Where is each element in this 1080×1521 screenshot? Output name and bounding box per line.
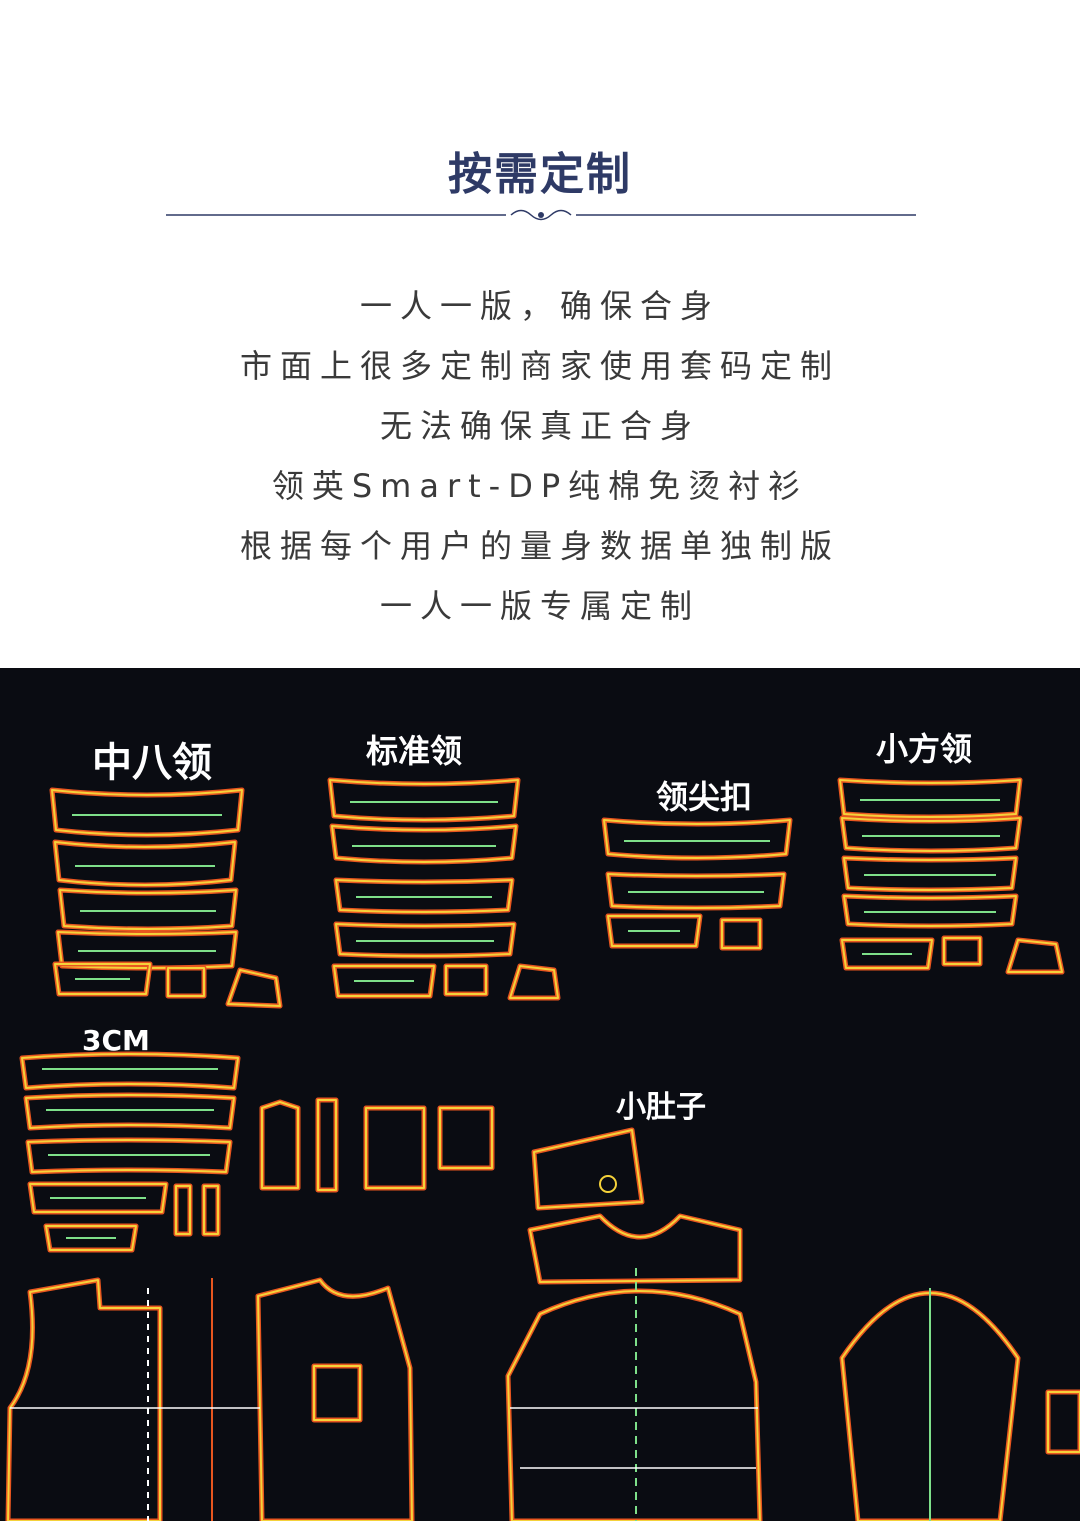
cuff-piece [19, 1051, 241, 1091]
collar-tab-piece [941, 935, 983, 967]
pocket-flap-piece-inner [439, 1107, 493, 1169]
intro-line: 一人一版，确保合身 [359, 287, 720, 325]
cuff-edge-piece-inner [1047, 1391, 1080, 1453]
back-body-piece [505, 1288, 763, 1521]
intro-line: 无法确保真正合身 [379, 407, 700, 445]
collar-piece [329, 823, 519, 865]
pocket-flap-piece [437, 1105, 495, 1171]
collar-tab-piece-inner [167, 967, 205, 997]
pocket-piece [363, 1105, 427, 1191]
collar-tab-piece-inner [445, 965, 487, 995]
label-collar-standard: 标准领 [366, 732, 463, 770]
collar-point-piece [225, 967, 283, 1009]
collar-piece [57, 887, 239, 932]
collar-piece-inner [59, 889, 237, 930]
collar-tab-piece-inner [943, 937, 981, 965]
label-belly: 小肚子 [616, 1090, 706, 1125]
collar-tab-piece-inner [721, 919, 761, 949]
collar-piece [49, 787, 245, 838]
placket-strip-piece [315, 1097, 339, 1193]
collar-piece [601, 817, 793, 861]
sleeve-placket-piece [259, 1099, 301, 1191]
collar-piece [327, 777, 521, 823]
front-body-piece-right-inner [257, 1279, 413, 1521]
placket-piece [173, 1183, 193, 1237]
intro-section: 按需定制 一人一版，确保合身 市面上很多定制商家使用套码定制 无法确保真正合身 … [0, 0, 1080, 668]
collar-piece [839, 815, 1023, 854]
pocket-piece-inner [365, 1107, 425, 1189]
back-body-piece-inner [507, 1290, 761, 1521]
collar-tab-piece [165, 965, 207, 999]
chest-pocket-piece [311, 1363, 363, 1423]
collar-piece-inner [839, 779, 1021, 818]
intro-line: 市面上很多定制商家使用套码定制 [239, 347, 840, 385]
label-collar-zhongba: 中八领 [92, 740, 212, 786]
chest-pocket-piece-inner [313, 1365, 361, 1421]
pattern-drawing [5, 777, 1080, 1521]
label-collar-pointed-button: 领尖扣 [656, 778, 753, 816]
cuff-edge-piece [1045, 1389, 1080, 1455]
collar-piece [52, 839, 238, 888]
label-collar-small-square: 小方领 [876, 730, 973, 768]
button-hole-mark [599, 1175, 617, 1193]
page-title: 按需定制 [448, 149, 632, 200]
cuff-piece [23, 1092, 237, 1131]
label-cuff-3cm: 3CM [82, 1024, 150, 1057]
collar-piece [837, 777, 1023, 820]
pattern-board-image: 中八领 标准领 领尖扣 小方领 3CM 小肚子 [0, 668, 1080, 1521]
front-body-piece-right [255, 1277, 415, 1521]
front-body-piece [5, 1277, 163, 1521]
yoke-piece [531, 1127, 645, 1211]
collar-point-piece [507, 963, 561, 1001]
intro-line: 领英Smart-DP纯棉免烫衬衫 [271, 467, 809, 505]
sleeve-placket-piece-inner [261, 1101, 299, 1189]
intro-line: 一人一版专属定制 [379, 587, 700, 625]
intro-line: 根据每个用户的量身数据单独制版 [239, 527, 840, 565]
intro-text-block: 一人一版，确保合身 市面上很多定制商家使用套码定制 无法确保真正合身 领英Sma… [0, 282, 1080, 642]
collar-tab-piece [719, 917, 763, 951]
placket-piece [201, 1183, 221, 1237]
placket-strip-piece-inner [317, 1099, 337, 1191]
title-divider [166, 209, 916, 221]
collar-tab-piece [443, 963, 489, 997]
